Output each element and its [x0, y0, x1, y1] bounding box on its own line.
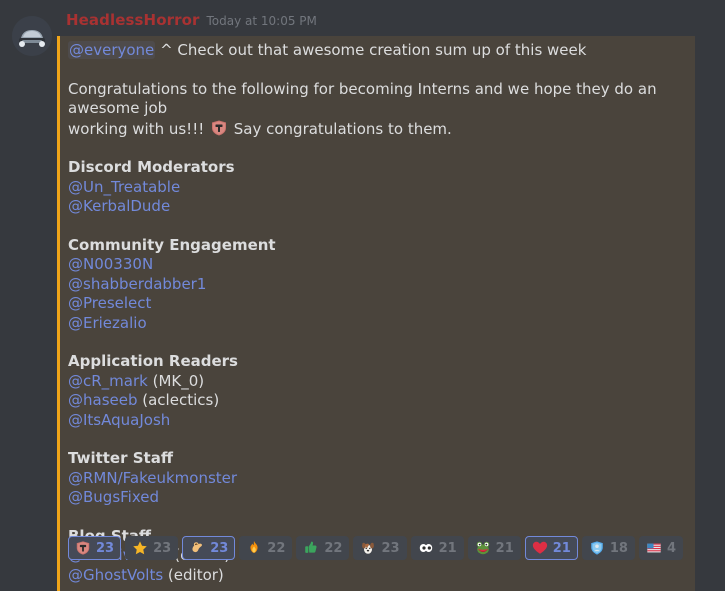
fire-emoji	[246, 540, 262, 556]
discord-message-view: HeadlessHorror Today at 10:05 PM @everyon…	[0, 0, 725, 591]
police-badge-emoji	[589, 540, 605, 556]
message-line: @Eriezalio	[57, 314, 695, 334]
reaction-count: 23	[210, 540, 229, 556]
user-mention[interactable]: @KerbalDude	[68, 197, 170, 215]
reaction-police-badge[interactable]: 18	[581, 536, 635, 560]
message-line: @ItsAquaJosh	[57, 411, 695, 431]
message-line-spacer	[57, 508, 695, 527]
reaction-ok-hand[interactable]: 23	[182, 536, 236, 560]
reaction-count: 22	[267, 540, 286, 556]
section-title: Community Engagement	[68, 235, 276, 254]
user-mention[interactable]: @ItsAquaJosh	[68, 411, 170, 429]
message-line: Community Engagement	[57, 236, 695, 256]
reaction-bar: 23 23 23 22 22 23 21 21 21 18 4	[68, 536, 683, 560]
text-run: (aclectics)	[137, 391, 220, 409]
us-flag-emoji	[646, 540, 662, 556]
reaction-thumbs-up[interactable]: 22	[296, 536, 350, 560]
frog-emoji	[475, 540, 491, 556]
message-line: working with us!!! Say congratulations t…	[57, 119, 695, 140]
text-run: Say congratulations to them.	[228, 119, 452, 138]
reaction-count: 21	[438, 540, 457, 556]
shield-mailbox-emoji	[75, 540, 91, 556]
car-avatar[interactable]	[12, 16, 52, 56]
red-heart-emoji	[532, 540, 548, 556]
reaction-fire[interactable]: 22	[239, 536, 293, 560]
message-line-spacer	[57, 139, 695, 158]
message-line-spacer	[57, 61, 695, 80]
message-line: @everyone ^ Check out that awesome creat…	[57, 41, 695, 61]
message-line: Twitter Staff	[57, 449, 695, 469]
user-mention[interactable]: @haseeb	[68, 391, 138, 409]
reaction-us-flag[interactable]: 4	[638, 536, 683, 560]
mention-everyone[interactable]: @everyone	[68, 41, 156, 59]
message-line: @shabberdabber1	[57, 275, 695, 295]
message-header: HeadlessHorror Today at 10:05 PM	[0, 10, 725, 56]
message-line: Discord Moderators	[57, 158, 695, 178]
reaction-count: 23	[381, 540, 400, 556]
message-line: @BugsFixed	[57, 488, 695, 508]
section-title: Discord Moderators	[68, 158, 235, 176]
reaction-frog[interactable]: 21	[467, 536, 521, 560]
message-timestamp: Today at 10:05 PM	[206, 14, 317, 28]
eyes-emoji	[418, 540, 434, 556]
star-emoji	[132, 540, 148, 556]
message-line: Congratulations to the following for bec…	[57, 80, 695, 119]
text-run: working with us!!!	[68, 119, 209, 138]
reaction-star[interactable]: 23	[125, 536, 179, 560]
message-line: @Preselect	[57, 294, 695, 314]
text-run: ^ Check out that awesome creation sum up…	[155, 41, 587, 59]
message-line-spacer	[57, 430, 695, 449]
reaction-count: 22	[324, 540, 343, 556]
text-run: (MK_0)	[147, 371, 205, 390]
section-title: Application Readers	[68, 352, 238, 370]
shield-mailbox-emoji	[210, 119, 228, 137]
reaction-eyes[interactable]: 21	[410, 536, 464, 560]
message-line: @RMN/Fakeukmonster	[57, 469, 695, 489]
user-mention[interactable]: @N00330N	[68, 255, 153, 273]
reaction-shield-mailbox[interactable]: 23	[68, 536, 122, 560]
user-mention[interactable]: @GhostVolts	[68, 566, 163, 584]
user-mention[interactable]: @Preselect	[68, 294, 151, 312]
reaction-count: 23	[96, 540, 115, 556]
reaction-count: 21	[552, 540, 571, 556]
user-mention[interactable]: @RMN/Fakeukmonster	[68, 469, 237, 487]
message-line: @GhostVolts (editor)	[57, 566, 695, 586]
section-title: Twitter Staff	[68, 449, 173, 467]
dog-face-emoji	[360, 540, 376, 556]
ok-hand-emoji	[189, 540, 205, 556]
message-line: @KerbalDude	[57, 197, 695, 217]
message-line-spacer	[57, 333, 695, 352]
message-line: Application Readers	[57, 352, 695, 372]
message-line: @cR_mark (MK_0)	[57, 372, 695, 392]
reaction-red-heart[interactable]: 21	[524, 536, 578, 560]
message-line: @Un_Treatable	[57, 178, 695, 198]
reaction-count: 23	[153, 540, 172, 556]
user-mention[interactable]: @cR_mark	[68, 372, 148, 390]
text-run: Congratulations to the following for bec…	[68, 79, 662, 118]
message-line: @N00330N	[57, 255, 695, 275]
reaction-count: 4	[666, 540, 676, 556]
message-content-mention-highlight: @everyone ^ Check out that awesome creat…	[57, 36, 695, 591]
message-author[interactable]: HeadlessHorror	[66, 11, 200, 29]
user-mention[interactable]: @shabberdabber1	[68, 275, 206, 293]
reaction-count: 21	[495, 540, 514, 556]
reaction-count: 18	[609, 540, 628, 556]
message-line: @haseeb (aclectics)	[57, 391, 695, 411]
user-mention[interactable]: @Eriezalio	[68, 314, 147, 332]
message: HeadlessHorror Today at 10:05 PM @everyon…	[0, 0, 725, 591]
user-mention[interactable]: @BugsFixed	[68, 488, 159, 506]
user-mention[interactable]: @Un_Treatable	[68, 178, 180, 196]
reaction-dog-face[interactable]: 23	[353, 536, 407, 560]
thumbs-up-emoji	[303, 540, 319, 556]
text-run: (editor)	[163, 565, 224, 584]
message-line-spacer	[57, 217, 695, 236]
